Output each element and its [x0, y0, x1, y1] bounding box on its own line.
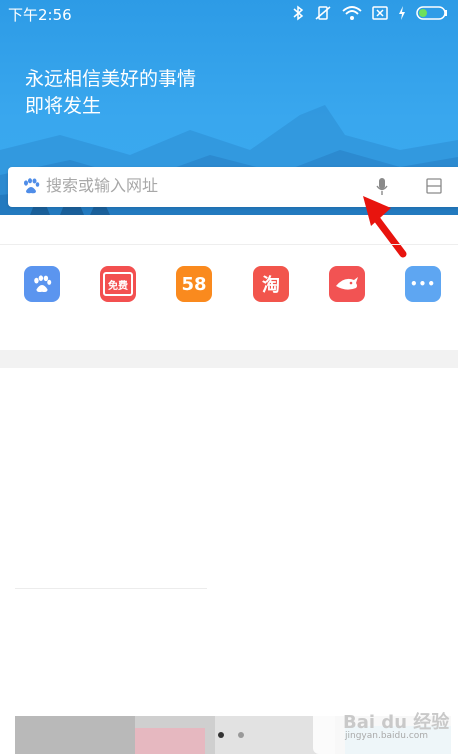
quick-link-baidu[interactable]	[24, 266, 60, 302]
status-time: 下午2:56	[8, 6, 72, 24]
paw-icon	[34, 274, 52, 292]
watermark-url: jingyan.baidu.com	[345, 731, 429, 741]
section-separator	[0, 350, 458, 368]
carousel-dot	[238, 732, 244, 738]
slogan-line-1: 永远相信美好的事情	[25, 68, 197, 90]
sim-x-icon	[372, 6, 388, 20]
quick-link-shark[interactable]	[329, 266, 365, 302]
more-icon: •••	[409, 277, 436, 291]
quick-link-taobao[interactable]: 淘	[253, 266, 289, 302]
divider	[0, 244, 458, 245]
wifi-icon	[342, 6, 362, 20]
red-arrow-annotation	[363, 196, 407, 258]
slogan: 永远相信美好的事情 即将发生	[25, 66, 196, 120]
paw-icon	[24, 178, 40, 194]
quick-links-row: 免费 58 淘 •••	[0, 266, 458, 306]
58-icon-label: 58	[181, 273, 207, 295]
search-input[interactable]	[46, 176, 346, 195]
scan-icon[interactable]	[426, 178, 442, 194]
quick-link-novel[interactable]: 免费	[100, 266, 136, 302]
taobao-icon-label: 淘	[262, 275, 280, 296]
quick-link-58[interactable]: 58	[176, 266, 212, 302]
slogan-line-2: 即将发生	[25, 95, 102, 117]
feed-divider	[15, 588, 207, 589]
novel-icon-label: 免费	[108, 280, 128, 292]
battery-icon	[416, 6, 447, 20]
vibrate-off-icon	[315, 6, 331, 20]
quick-link-more[interactable]: •••	[405, 266, 441, 302]
carousel-dots	[218, 732, 244, 738]
feed-area	[0, 368, 458, 708]
bluetooth-icon	[293, 5, 304, 21]
charging-icon	[399, 6, 405, 20]
status-bar: 下午2:56	[0, 0, 458, 28]
shark-icon	[336, 277, 358, 290]
carousel-dot-active	[218, 732, 224, 738]
